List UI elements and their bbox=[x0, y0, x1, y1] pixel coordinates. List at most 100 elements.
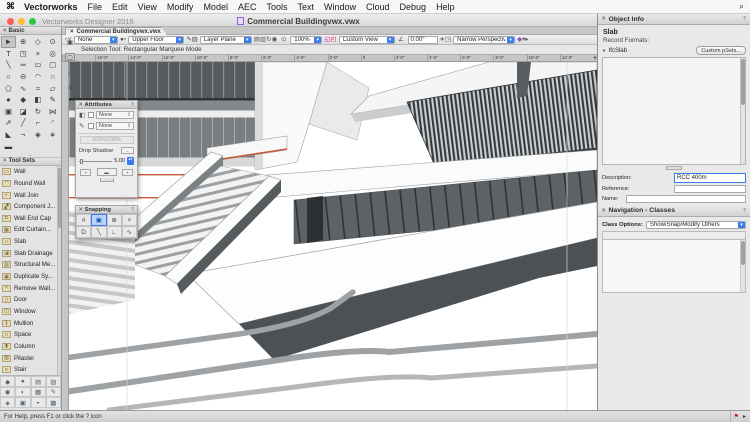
pen-swatch[interactable] bbox=[88, 123, 94, 129]
move-page-tool[interactable]: ◇ bbox=[31, 36, 46, 48]
close-icon[interactable]: × bbox=[79, 102, 83, 108]
rect-marquee-mode[interactable]: ▢ bbox=[65, 53, 75, 61]
dropdown-stepper-icon[interactable]: ▾ bbox=[176, 37, 183, 43]
parallelogram-tool[interactable]: ▱ bbox=[45, 82, 60, 94]
fill-style-dropdown[interactable]: None⇕ bbox=[96, 111, 134, 119]
description-input[interactable]: RCC 400m bbox=[674, 173, 746, 183]
join-tool[interactable]: ⌐ bbox=[31, 117, 46, 129]
tool-set-item-remove-wall-[interactable]: ×Remove Wall... bbox=[0, 282, 61, 294]
zoom-level-dropdown[interactable]: 100%▾ bbox=[290, 36, 322, 44]
double-line-tool[interactable]: ═ bbox=[16, 59, 31, 71]
close-icon[interactable]: × bbox=[3, 28, 7, 34]
menu-aec[interactable]: AEC bbox=[233, 2, 262, 12]
rotation-angle-field[interactable]: 0.00° bbox=[408, 36, 438, 44]
dropdown-stepper-icon[interactable]: ▾ bbox=[244, 37, 251, 43]
spotlight-search-icon[interactable]: ⌕ bbox=[739, 1, 744, 12]
freehand-tool[interactable]: ≈ bbox=[31, 82, 46, 94]
stadium-tool[interactable]: ▬ bbox=[1, 140, 16, 152]
line-style-left-button[interactable]: ▪ bbox=[80, 169, 91, 176]
selection-tool[interactable]: ► bbox=[1, 36, 16, 48]
menu-text[interactable]: Text bbox=[292, 2, 319, 12]
palette-expand-stub[interactable]: ⌄ bbox=[100, 178, 114, 182]
menu-debug[interactable]: Debug bbox=[395, 2, 432, 12]
oval-tool[interactable]: ⊖ bbox=[16, 71, 31, 83]
menu-tools[interactable]: Tools bbox=[261, 2, 292, 12]
close-icon[interactable]: × bbox=[79, 207, 83, 213]
tool-set-item-window[interactable]: ◫Window bbox=[0, 306, 61, 318]
toolset-terrain[interactable]: ◈ bbox=[0, 397, 15, 408]
title-bar[interactable]: Vectorworks Designer 2016 Commercial Bui… bbox=[0, 14, 597, 27]
fillet-tool[interactable]: ◜ bbox=[45, 117, 60, 129]
snap-corner[interactable]: ∟ bbox=[107, 226, 122, 238]
apple-menu-icon[interactable]: ⌘ bbox=[6, 1, 15, 12]
reference-input[interactable] bbox=[674, 185, 746, 193]
toolset-misc-b[interactable]: ▩ bbox=[46, 397, 61, 408]
tool-set-item-stair[interactable]: ≡Stair bbox=[0, 364, 61, 376]
thickness-slider[interactable] bbox=[79, 161, 112, 162]
class-filter-checkbox[interactable]: ▫ bbox=[124, 36, 126, 43]
attributes-palette-header[interactable]: × Attributes ? bbox=[76, 101, 137, 109]
snap-intersection[interactable]: ⊕ bbox=[107, 214, 122, 226]
tool-set-item-round-wall[interactable]: ◠Round Wall bbox=[0, 178, 61, 190]
record-list-scrollbar[interactable] bbox=[740, 58, 745, 164]
toolset-3d-modeling[interactable]: ▦ bbox=[31, 387, 46, 398]
fill-style-icon[interactable]: ◧ bbox=[79, 111, 86, 119]
basic-palette-header[interactable]: × Basic bbox=[0, 27, 61, 35]
toolset-bim[interactable]: ▣ bbox=[15, 397, 30, 408]
name-input[interactable] bbox=[626, 195, 746, 203]
active-class-dropdown[interactable]: None▾ bbox=[74, 36, 118, 44]
resize-tool[interactable]: ◈ bbox=[31, 129, 46, 141]
tool-set-item-component-j-[interactable]: ▞Component J... bbox=[0, 201, 61, 213]
layer-color-icon[interactable]: ▨ bbox=[192, 36, 198, 43]
tool-set-item-duplicate-sy-[interactable]: ▣Duplicate Sy... bbox=[0, 271, 61, 283]
snap-object[interactable]: ▣ bbox=[91, 214, 106, 226]
stepper-icon[interactable]: ⇕ bbox=[127, 123, 131, 129]
status-more-icon[interactable]: ▸ bbox=[742, 413, 750, 420]
rounded-rect-tool[interactable]: ▢ bbox=[45, 59, 60, 71]
menu-window[interactable]: Window bbox=[319, 2, 361, 12]
section-resize-stub[interactable] bbox=[666, 166, 682, 170]
dropdown-stepper-icon[interactable]: ▾ bbox=[387, 37, 394, 43]
delete-tool[interactable]: × bbox=[31, 48, 46, 60]
tool-options-icon[interactable]: ≡ bbox=[65, 84, 75, 92]
toolset-detailing[interactable]: ▨ bbox=[46, 376, 61, 387]
tool-set-item-slab-drainage[interactable]: ◪Slab Drainage bbox=[0, 247, 61, 259]
arc-tool[interactable]: ◠ bbox=[31, 71, 46, 83]
projection-dropdown[interactable]: Narrow Perspective▾ bbox=[453, 36, 515, 44]
fill-swatch[interactable] bbox=[88, 112, 94, 118]
thickness-stepper[interactable]: ▴▾ bbox=[127, 157, 134, 165]
toolbar-overflow-icon[interactable]: ▸ bbox=[525, 36, 528, 43]
close-icon[interactable]: × bbox=[602, 16, 606, 22]
toolset-misc-a[interactable]: ◒ bbox=[31, 397, 46, 408]
interactive-scaling-mode[interactable]: ▣ bbox=[65, 38, 75, 46]
attribute-map-tool[interactable]: ∗ bbox=[45, 129, 60, 141]
zoom-tool[interactable]: ⊙ bbox=[45, 36, 60, 48]
toolset-machine-design[interactable]: ✎ bbox=[46, 387, 61, 398]
class-options-dropdown[interactable]: Show/Snap/Modify Others▾ bbox=[646, 221, 746, 229]
opacity-button[interactable]: 100%/100% bbox=[80, 136, 134, 144]
tool-set-item-wall-join[interactable]: ⌐Wall Join bbox=[0, 189, 61, 201]
toolset-site-planning[interactable]: ● bbox=[15, 376, 30, 387]
clip-cube-icon[interactable]: ◳ bbox=[445, 36, 451, 43]
document-tab[interactable]: × Commercial Buildingvwx.vwx bbox=[65, 27, 167, 35]
split-tool[interactable]: ╱ bbox=[16, 117, 31, 129]
callout-tool[interactable]: ◳ bbox=[16, 48, 31, 60]
toolset-dims-notes[interactable]: ▤ bbox=[31, 376, 46, 387]
menu-model[interactable]: Model bbox=[198, 2, 233, 12]
tool-set-item-space[interactable]: □Space bbox=[0, 329, 61, 341]
pan-tool[interactable]: ⊕ bbox=[16, 36, 31, 48]
polyline-tool[interactable]: ∿ bbox=[16, 82, 31, 94]
tool-sets-header[interactable]: × Tool Sets bbox=[0, 158, 61, 166]
saved-view-dropdown[interactable]: Custom View▾ bbox=[339, 36, 395, 44]
pen-tool[interactable]: ✎ bbox=[45, 94, 60, 106]
dropdown-stepper-icon[interactable]: ▾ bbox=[738, 222, 745, 228]
chamfer-tool[interactable]: ◣ bbox=[1, 129, 16, 141]
drop-shadow-toggle[interactable]: ⌄ bbox=[121, 147, 134, 154]
dropdown-stepper-icon[interactable]: ▾ bbox=[110, 37, 117, 43]
tool-set-item-column[interactable]: ▮Column bbox=[0, 341, 61, 353]
tool-set-item-structural-me-[interactable]: ▤Structural Me... bbox=[0, 259, 61, 271]
lasso-marquee-mode[interactable]: ◌ bbox=[65, 61, 75, 69]
menu-edit[interactable]: Edit bbox=[107, 2, 133, 12]
tool-sets-scrollbar[interactable] bbox=[57, 166, 61, 376]
zoom-level-icon[interactable]: ⊙ bbox=[279, 36, 288, 44]
